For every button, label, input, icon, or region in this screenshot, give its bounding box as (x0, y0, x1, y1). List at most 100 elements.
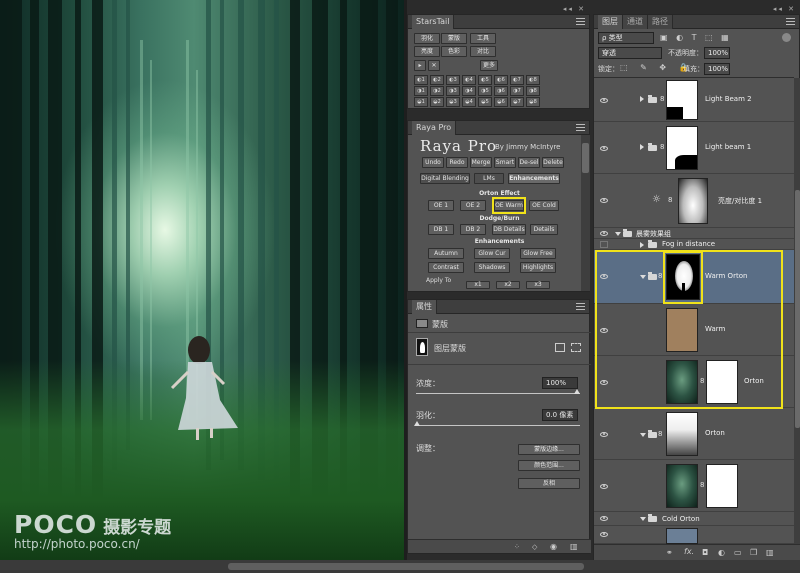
visibility-icon[interactable]: ◉ (550, 542, 557, 551)
layers-menu-icon[interactable] (786, 18, 795, 25)
visibility-eye-icon[interactable] (600, 516, 608, 521)
smart-button[interactable]: Smart (494, 157, 516, 168)
starstail-grid-button[interactable]: ◐2 (430, 75, 444, 85)
invert-button[interactable]: 反相 (518, 478, 580, 489)
collapse-arrow-icon[interactable] (640, 517, 646, 521)
layer-filter-kind[interactable]: ρ 类型 (598, 32, 654, 44)
adjustment-icon[interactable]: ◐ (718, 548, 725, 557)
shadows-button[interactable]: Shadows (474, 262, 510, 273)
new-layer-icon[interactable]: ❐ (750, 548, 757, 557)
starstail-more-btn[interactable]: 更多 (480, 60, 498, 71)
highlights-button[interactable]: Highlights (520, 262, 556, 273)
starstail-grid-button[interactable]: ◐4 (462, 75, 476, 85)
panel-menu-icon[interactable] (576, 18, 585, 25)
raya-scrollbar[interactable] (581, 135, 590, 291)
mask-mode-icon[interactable] (416, 319, 428, 328)
undo-button[interactable]: Undo (422, 157, 444, 168)
starstail-grid-button[interactable]: ◑3 (446, 86, 460, 96)
db-details-button[interactable]: DB Details (492, 224, 526, 235)
starstail-btn-1[interactable]: 羽化 (414, 33, 440, 44)
layer-brightness-contrast-1[interactable]: ☼ 8 亮度/对比度 1 (594, 174, 794, 228)
group-orton[interactable]: 8 Orton (594, 408, 794, 460)
starstail-grid-button[interactable]: ◒5 (478, 97, 492, 107)
trash-icon[interactable]: ▥ (766, 548, 774, 557)
trash-icon[interactable]: ▥ (570, 542, 578, 551)
layers-collapse-strip[interactable]: ◂◂ ✕ (593, 5, 800, 13)
layer-orton-2[interactable]: 8 (594, 460, 794, 512)
density-field[interactable]: 100% (542, 377, 578, 389)
starstail-grid-button[interactable]: ◒1 (414, 97, 428, 107)
starstail-grid-button[interactable]: ◑5 (478, 86, 492, 96)
merge-button[interactable]: Merge (470, 157, 492, 168)
add-pixel-mask-icon[interactable] (555, 343, 565, 352)
filter-icons[interactable]: ▣ ◐ T ⬚ ▦ (660, 33, 732, 42)
starstail-grid-button[interactable]: ◑4 (462, 86, 476, 96)
apply-x2-button[interactable]: x2 (496, 281, 520, 289)
tab-enhancements[interactable]: Enhancements (508, 173, 560, 184)
visibility-eye-icon[interactable] (600, 98, 608, 103)
layer-light-beam-2[interactable]: 8 Light Beam 2 (594, 78, 794, 122)
add-mask-icon[interactable]: ◘ (702, 548, 708, 557)
add-vector-mask-icon[interactable] (571, 343, 581, 352)
starstail-grid-button[interactable]: ◐8 (526, 75, 540, 85)
group-morning-fog[interactable]: 晨雾效果组 (594, 228, 794, 239)
starstail-grid-button[interactable]: ◐3 (446, 75, 460, 85)
feather-slider-handle[interactable] (414, 421, 420, 426)
starstail-grid-button[interactable]: ◒2 (430, 97, 444, 107)
redo-button[interactable]: Redo (446, 157, 468, 168)
tab-lms[interactable]: LMs (474, 173, 504, 184)
density-slider-handle[interactable] (574, 389, 580, 394)
tab-raya-pro[interactable]: Raya Pro (412, 120, 457, 135)
tab-starstail[interactable]: StarsTail (412, 14, 455, 29)
starstail-grid-button[interactable]: ◒4 (462, 97, 476, 107)
panel-collapse-strip[interactable]: ◂◂ ✕ (407, 5, 590, 13)
collapse-arrow-icon[interactable] (615, 232, 621, 236)
filter-toggle-icon[interactable] (782, 33, 791, 42)
starstail-btn-5[interactable]: 色彩 (441, 46, 467, 57)
visibility-eye-icon[interactable] (600, 432, 608, 437)
tab-channels[interactable]: 通道 (623, 14, 648, 29)
apply-mask-icon[interactable]: ◇ (532, 543, 537, 551)
visibility-eye-icon[interactable] (600, 146, 608, 151)
layer-fog-in-distance[interactable]: Fog in distance (594, 239, 794, 250)
link-layers-icon[interactable]: ⚭ (666, 548, 673, 557)
horizontal-scroll-thumb[interactable] (228, 563, 584, 570)
starstail-grid-button[interactable]: ◒6 (494, 97, 508, 107)
starstail-grid-button[interactable]: ◒3 (446, 97, 460, 107)
expand-arrow-icon[interactable] (640, 144, 644, 150)
starstail-grid-button[interactable]: ◑1 (414, 86, 428, 96)
delete-button[interactable]: Delete (542, 157, 564, 168)
feather-slider[interactable] (416, 425, 580, 426)
starstail-grid-button[interactable]: ◑7 (510, 86, 524, 96)
tab-layers[interactable]: 图层 (598, 14, 623, 29)
contrast-button[interactable]: Contrast (428, 262, 464, 273)
starstail-grid-button[interactable]: ◒8 (526, 97, 540, 107)
layers-scroll-thumb[interactable] (795, 190, 800, 428)
tab-properties[interactable]: 属性 (412, 299, 437, 314)
layer-light-beam-1[interactable]: 8 Light beam 1 (594, 122, 794, 174)
document-canvas[interactable]: POCO 摄影专题 http://photo.poco.cn/ (0, 0, 404, 560)
fill-field[interactable]: 100% (704, 63, 730, 75)
oe1-button[interactable]: OE 1 (428, 200, 454, 211)
oe-cold-button[interactable]: OE Cold (529, 200, 559, 211)
visibility-empty-box[interactable] (600, 241, 608, 248)
panel-menu-icon[interactable] (576, 303, 585, 310)
deselect-button[interactable]: De-sel (518, 157, 540, 168)
color-range-button[interactable]: 颜色范围... (518, 460, 580, 471)
visibility-eye-icon[interactable] (600, 231, 608, 236)
details-button[interactable]: Details (530, 224, 558, 235)
starstail-grid-button[interactable]: ◐1 (414, 75, 428, 85)
raya-scroll-thumb[interactable] (582, 143, 589, 173)
panel-menu-icon[interactable] (576, 124, 585, 131)
starstail-grid-button[interactable]: ◐5 (478, 75, 492, 85)
visibility-eye-icon[interactable] (600, 484, 608, 489)
db2-button[interactable]: DB 2 (460, 224, 486, 235)
autumn-button[interactable]: Autumn (428, 248, 464, 259)
starstail-btn-4[interactable]: 亮度 (414, 46, 440, 57)
starstail-grid-button[interactable]: ◐6 (494, 75, 508, 85)
glow-free-button[interactable]: Glow Free (520, 248, 556, 259)
starstail-arrow-btn[interactable]: ▸ (414, 60, 426, 71)
blend-mode-select[interactable]: 穿透 (598, 47, 662, 59)
apply-x1-button[interactable]: x1 (466, 281, 490, 289)
starstail-grid-button[interactable]: ◒7 (510, 97, 524, 107)
